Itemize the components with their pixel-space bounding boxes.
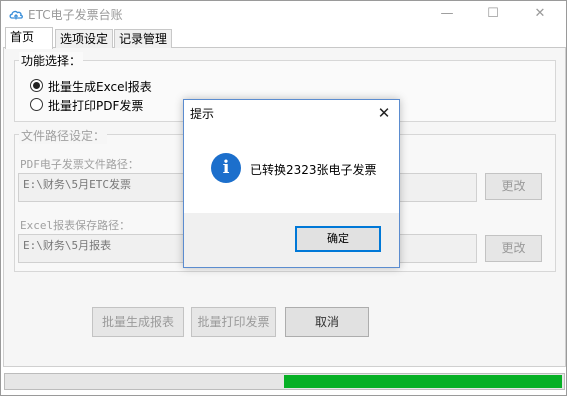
dialog-message: 已转换2323张电子发票 [250,163,377,177]
tab-records[interactable]: 记录管理 [114,29,172,48]
radio-print-pdf[interactable] [30,98,43,111]
close-button[interactable]: ✕ [517,1,563,27]
main-window: ETC电子发票台账 — ☐ ✕ 首页 选项设定 记录管理 功能选择： 批量生成E… [0,0,567,396]
change-pdf-path-button[interactable]: 更改 [485,173,542,200]
maximize-button[interactable]: ☐ [470,1,516,27]
path-group-legend: 文件路径设定： [19,127,108,144]
generate-report-button[interactable]: 批量生成报表 [92,307,184,337]
radio-print-pdf-label[interactable]: 批量打印PDF发票 [48,97,143,114]
tab-options[interactable]: 选项设定 [55,29,113,48]
pdf-path-label: PDF电子发票文件路径： [20,158,139,171]
info-icon: i [211,153,241,183]
cloud-app-icon [9,10,23,20]
cancel-button[interactable]: 取消 [285,307,369,337]
message-dialog: 提示 ✕ i 已转换2323张电子发票 确定 [183,99,400,268]
function-group-legend: 功能选择： [19,52,84,69]
radio-selected-dot [33,82,40,89]
progress-bar-fill [284,375,562,388]
dialog-title: 提示 [190,107,215,121]
radio-generate-excel-label[interactable]: 批量生成Excel报表 [48,78,152,95]
dialog-close-button[interactable]: ✕ [373,102,395,124]
radio-generate-excel[interactable] [30,79,43,92]
ok-button[interactable]: 确定 [295,226,381,252]
window-title: ETC电子发票台账 [28,8,123,22]
change-excel-path-button[interactable]: 更改 [485,235,542,262]
title-bar: ETC电子发票台账 — ☐ ✕ [1,1,566,27]
excel-path-label: Excel报表保存路径： [20,219,131,232]
print-invoice-button[interactable]: 批量打印发票 [191,307,276,337]
tab-home[interactable]: 首页 [5,27,53,49]
minimize-button[interactable]: — [424,1,470,27]
